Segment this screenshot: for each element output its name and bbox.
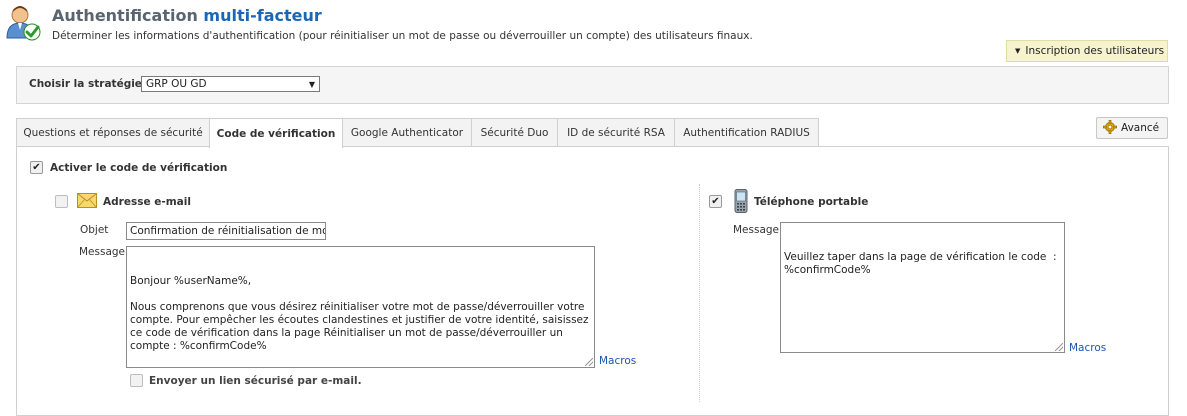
- email-message-label: Message: [79, 246, 126, 258]
- enable-verification-checkbox[interactable]: ✔: [30, 161, 43, 174]
- tab-label: ID de sécurité RSA: [567, 126, 665, 139]
- strategy-label: Choisir la stratégie: [29, 78, 142, 90]
- mobile-message-text: Veuillez taper dans la page de vérificat…: [784, 251, 1060, 276]
- resize-grip-icon[interactable]: [1055, 343, 1063, 351]
- email-subject-input[interactable]: Confirmation de réinitialisation de mot: [126, 222, 326, 240]
- app-user-check-icon: [4, 4, 44, 44]
- tab-label: Sécurité Duo: [480, 126, 549, 139]
- enroll-users-label: Inscription des utilisateurs: [1025, 45, 1165, 57]
- tab-label: Code de vérification: [216, 127, 336, 140]
- secure-link-checkbox[interactable]: [130, 374, 143, 387]
- email-message-text: Bonjour %userName%, Nous comprenons que …: [130, 275, 589, 367]
- email-message-textarea[interactable]: Bonjour %userName%, Nous comprenons que …: [126, 246, 595, 368]
- enable-verification-label: Activer le code de vérification: [50, 162, 228, 174]
- mobile-message-textarea[interactable]: Veuillez taper dans la page de vérificat…: [780, 222, 1065, 353]
- mobile-message-label: Message: [733, 224, 780, 236]
- advanced-label: Avancé: [1121, 122, 1160, 134]
- page-title-main: Authentification: [52, 6, 198, 25]
- advanced-button[interactable]: Avancé: [1096, 117, 1168, 139]
- mobile-phone-icon: [734, 189, 748, 216]
- mobile-macros-link[interactable]: Macros: [1069, 342, 1106, 354]
- page-subtitle: Déterminer les informations d'authentifi…: [52, 30, 753, 42]
- strategy-select-value: GRP OU GD: [146, 78, 207, 90]
- tab-google-authenticator[interactable]: Google Authenticator: [342, 118, 472, 146]
- triangle-down-icon: ▼: [1015, 47, 1021, 55]
- tab-label: Questions et réponses de sécurité: [23, 126, 203, 139]
- email-macros-link[interactable]: Macros: [599, 355, 636, 367]
- envelope-icon: [77, 193, 97, 211]
- tab-radius-auth[interactable]: Authentification RADIUS: [674, 118, 819, 146]
- enroll-users-button[interactable]: ▼ Inscription des utilisateurs: [1006, 40, 1168, 62]
- tab-rsa-securid[interactable]: ID de sécurité RSA: [557, 118, 675, 146]
- mobile-label: Téléphone portable: [754, 196, 869, 208]
- page-title-accent: multi-facteur: [203, 6, 322, 25]
- tab-security-questions[interactable]: Questions et réponses de sécurité: [16, 118, 210, 146]
- section-divider: [699, 184, 700, 402]
- strategy-select[interactable]: GRP OU GD ▼: [141, 76, 320, 92]
- resize-grip-icon[interactable]: [585, 358, 593, 366]
- mobile-checkbox[interactable]: ✔: [709, 195, 722, 208]
- subject-label: Objet: [80, 224, 109, 236]
- tab-verification-code[interactable]: Code de vérification: [209, 118, 343, 148]
- email-label: Adresse e-mail: [103, 196, 191, 208]
- gear-icon: [1103, 119, 1117, 137]
- dropdown-arrow-icon: ▼: [308, 79, 315, 89]
- secure-link-label: Envoyer un lien sécurisé par e-mail.: [149, 375, 362, 387]
- page-title: Authentification multi-facteur: [52, 6, 322, 25]
- tab-duo-security[interactable]: Sécurité Duo: [471, 118, 558, 146]
- email-checkbox[interactable]: [55, 195, 68, 208]
- tab-label: Authentification RADIUS: [683, 126, 810, 139]
- tab-label: Google Authenticator: [350, 126, 464, 139]
